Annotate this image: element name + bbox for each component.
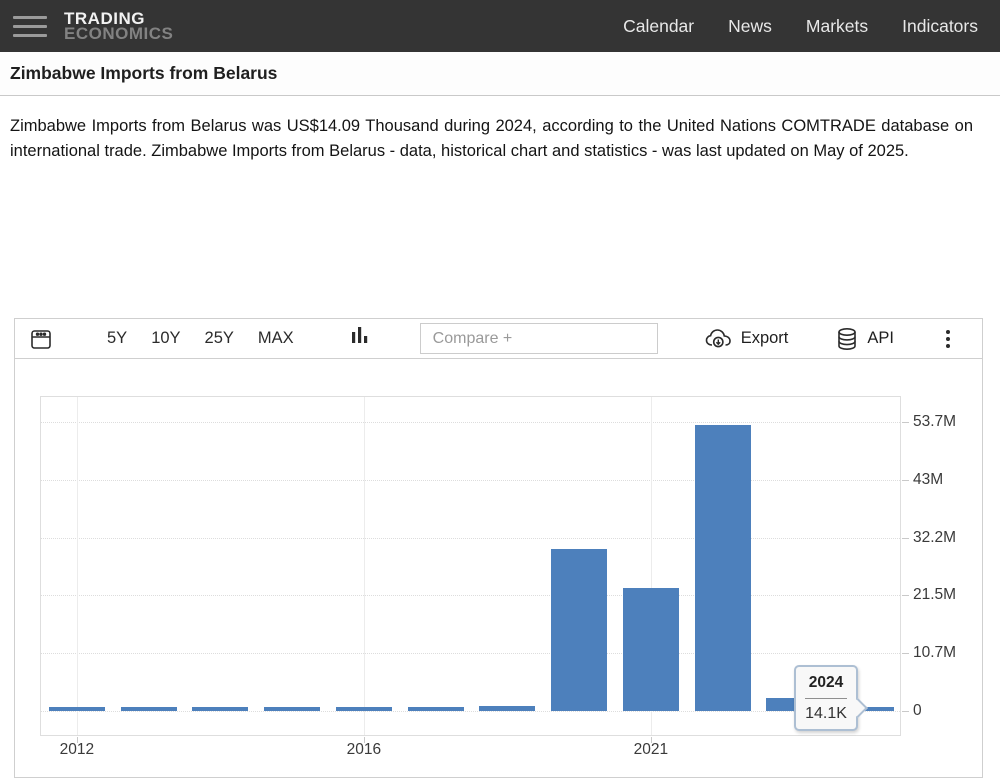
description-paragraph: Zimbabwe Imports from Belarus was US$14.… <box>10 114 973 164</box>
hamburger-menu-icon[interactable] <box>13 16 47 37</box>
logo-line-2: ECONOMICS <box>64 26 173 41</box>
chart-bar[interactable] <box>551 549 607 711</box>
gridline-horizontal <box>41 480 900 481</box>
y-axis-tick <box>902 653 909 654</box>
chart-bar[interactable] <box>49 707 105 712</box>
trading-economics-logo[interactable]: TRADING ECONOMICS <box>64 11 173 41</box>
database-icon <box>836 327 858 351</box>
top-header: TRADING ECONOMICS Calendar News Markets … <box>0 0 1000 52</box>
chart-region: 2024 14.1K 53.7M 43M 32.2M 21.5M 10.7M 0 2012 2… <box>15 359 982 757</box>
gridline-vertical <box>77 397 78 735</box>
gridline-horizontal <box>41 595 900 596</box>
x-axis-label: 2021 <box>616 741 686 759</box>
range-max[interactable]: MAX <box>258 329 294 348</box>
nav-indicators[interactable]: Indicators <box>902 16 978 37</box>
range-25y[interactable]: 25Y <box>205 329 234 348</box>
compare-input[interactable] <box>420 323 658 354</box>
x-axis-label: 2012 <box>42 741 112 759</box>
nav-calendar[interactable]: Calendar <box>623 16 694 37</box>
chart-bar[interactable] <box>192 707 248 712</box>
range-selector: 5Y 10Y 25Y MAX <box>107 329 294 348</box>
gridline-horizontal <box>41 538 900 539</box>
gridline-horizontal <box>41 653 900 654</box>
range-5y[interactable]: 5Y <box>107 329 127 348</box>
calendar-icon[interactable] <box>29 327 53 351</box>
y-axis-tick <box>902 422 909 423</box>
toolbar-right-group: Export API <box>705 327 968 351</box>
y-axis-tick <box>902 538 909 539</box>
chart-widget: 5Y 10Y 25Y MAX Export <box>14 318 983 778</box>
y-axis-tick <box>902 595 909 596</box>
chart-bar[interactable] <box>408 707 464 712</box>
plot-area: 2024 14.1K 53.7M43M32.2M21.5M10.7M020122… <box>40 396 901 736</box>
chart-bar[interactable] <box>623 588 679 711</box>
chart-bar[interactable] <box>121 707 177 712</box>
range-10y[interactable]: 10Y <box>151 329 180 348</box>
main-nav: Calendar News Markets Indicators <box>623 16 1000 37</box>
api-label: API <box>867 329 894 348</box>
kebab-menu-icon[interactable] <box>942 328 954 350</box>
chart-toolbar: 5Y 10Y 25Y MAX Export <box>15 319 982 359</box>
export-label: Export <box>741 329 789 348</box>
tooltip-value: 14.1K <box>796 699 856 723</box>
y-axis-tick <box>902 711 909 712</box>
chart-bar[interactable] <box>336 707 392 712</box>
export-button[interactable]: Export <box>705 328 789 350</box>
y-axis-label: 21.5M <box>913 586 983 604</box>
gridline-vertical <box>364 397 365 735</box>
gridline-horizontal <box>41 422 900 423</box>
y-axis-label: 0 <box>913 702 983 720</box>
title-bar: Zimbabwe Imports from Belarus <box>0 52 1000 96</box>
chart-type-icon[interactable] <box>352 327 368 350</box>
nav-markets[interactable]: Markets <box>806 16 868 37</box>
y-axis-label: 53.7M <box>913 413 983 431</box>
y-axis-label: 43M <box>913 471 983 489</box>
y-axis-tick <box>902 480 909 481</box>
api-button[interactable]: API <box>836 327 894 351</box>
y-axis-label: 32.2M <box>913 529 983 547</box>
chart-bar[interactable] <box>479 706 535 711</box>
cloud-download-icon <box>705 328 732 350</box>
y-axis-label: 10.7M <box>913 644 983 662</box>
tooltip-year: 2024 <box>796 674 856 698</box>
x-axis-label: 2016 <box>329 741 399 759</box>
gridline-horizontal <box>41 711 900 712</box>
page-title: Zimbabwe Imports from Belarus <box>0 63 277 84</box>
chart-tooltip: 2024 14.1K <box>794 665 858 731</box>
chart-bar[interactable] <box>264 707 320 712</box>
chart-bar[interactable] <box>695 425 751 711</box>
nav-news[interactable]: News <box>728 16 772 37</box>
